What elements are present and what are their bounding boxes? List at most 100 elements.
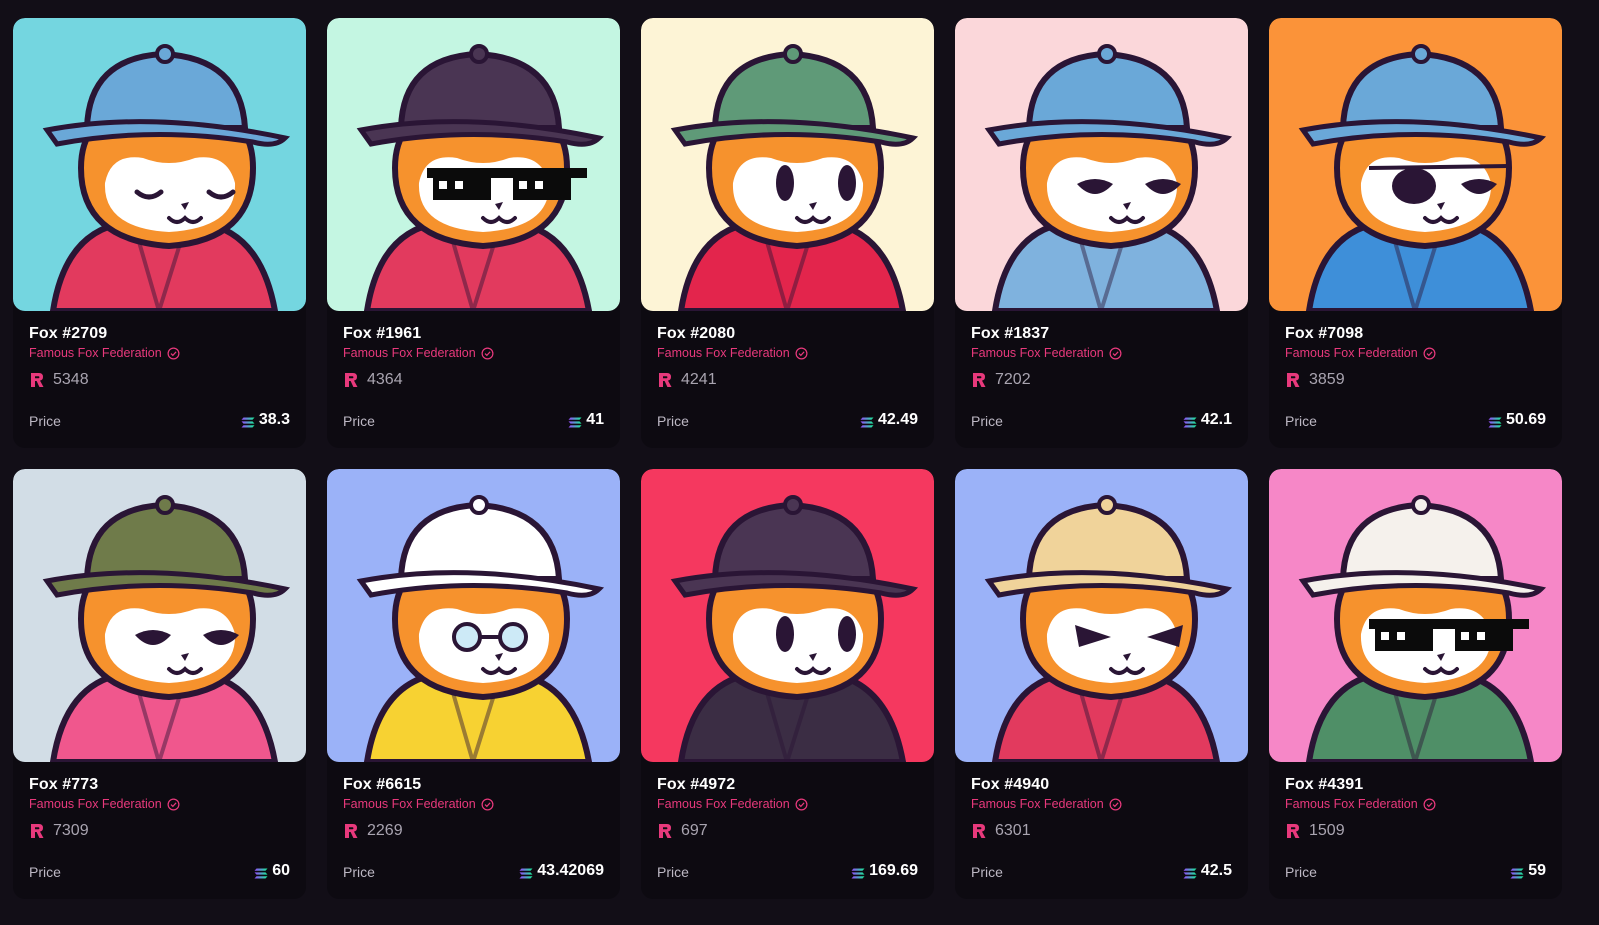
nft-title[interactable]: Fox #7098 <box>1285 325 1363 343</box>
verified-badge-icon <box>1109 347 1122 360</box>
card-info: Fox #2080 Famous Fox Federation 4241 Pri… <box>641 311 934 448</box>
solana-icon <box>860 415 874 427</box>
collection-link[interactable]: Famous Fox Federation <box>1285 346 1436 360</box>
collection-link[interactable]: Famous Fox Federation <box>971 797 1122 811</box>
rank-r-icon <box>971 823 987 839</box>
fox-artwork-image[interactable] <box>1269 18 1562 311</box>
collection-name: Famous Fox Federation <box>29 346 162 360</box>
rarity-rank: 6301 <box>971 822 1031 840</box>
price-label: Price <box>343 864 375 880</box>
collection-link[interactable]: Famous Fox Federation <box>971 346 1122 360</box>
collection-name: Famous Fox Federation <box>29 797 162 811</box>
verified-badge-icon <box>795 347 808 360</box>
nft-grid: Fox #2709 Famous Fox Federation 5348 Pri… <box>13 18 1562 899</box>
nft-title[interactable]: Fox #2709 <box>29 325 107 343</box>
rarity-rank: 4241 <box>657 371 717 389</box>
price-value: 43.42069 <box>519 862 604 880</box>
nft-card[interactable]: Fox #7098 Famous Fox Federation 3859 Pri… <box>1269 18 1562 448</box>
nft-card[interactable]: Fox #4940 Famous Fox Federation 6301 Pri… <box>955 469 1248 899</box>
rank-value: 697 <box>681 822 708 839</box>
nft-title[interactable]: Fox #773 <box>29 776 98 794</box>
card-info: Fox #1837 Famous Fox Federation 7202 Pri… <box>955 311 1248 448</box>
solana-icon <box>1183 415 1197 427</box>
nft-card[interactable]: Fox #2080 Famous Fox Federation 4241 Pri… <box>641 18 934 448</box>
price-label: Price <box>29 864 61 880</box>
nft-card[interactable]: Fox #6615 Famous Fox Federation 2269 Pri… <box>327 469 620 899</box>
fox-artwork-image[interactable] <box>955 469 1248 762</box>
nft-title[interactable]: Fox #4940 <box>971 776 1049 794</box>
rank-value: 4364 <box>367 371 403 388</box>
price-value: 41 <box>568 411 604 429</box>
solana-icon <box>519 866 533 878</box>
price-value: 38.3 <box>241 411 290 429</box>
fox-artwork-image[interactable] <box>1269 469 1562 762</box>
verified-badge-icon <box>795 798 808 811</box>
card-info: Fox #4940 Famous Fox Federation 6301 Pri… <box>955 762 1248 899</box>
verified-badge-icon <box>167 347 180 360</box>
rank-r-icon <box>29 823 45 839</box>
fox-artwork-image[interactable] <box>955 18 1248 311</box>
price-amount: 42.1 <box>1200 411 1232 428</box>
nft-card[interactable]: Fox #1961 Famous Fox Federation 4364 Pri… <box>327 18 620 448</box>
price-value: 42.49 <box>860 411 918 429</box>
price-label: Price <box>971 413 1003 429</box>
price-value: 59 <box>1510 862 1546 880</box>
collection-name: Famous Fox Federation <box>1285 346 1418 360</box>
price-label: Price <box>1285 413 1317 429</box>
collection-link[interactable]: Famous Fox Federation <box>1285 797 1436 811</box>
verified-badge-icon <box>481 347 494 360</box>
nft-title[interactable]: Fox #6615 <box>343 776 421 794</box>
collection-link[interactable]: Famous Fox Federation <box>343 797 494 811</box>
nft-card[interactable]: Fox #1837 Famous Fox Federation 7202 Pri… <box>955 18 1248 448</box>
collection-link[interactable]: Famous Fox Federation <box>343 346 494 360</box>
collection-link[interactable]: Famous Fox Federation <box>657 797 808 811</box>
solana-icon <box>241 415 255 427</box>
rank-r-icon <box>343 372 359 388</box>
fox-artwork-image[interactable] <box>13 18 306 311</box>
price-value: 60 <box>254 862 290 880</box>
rank-r-icon <box>343 823 359 839</box>
collection-name: Famous Fox Federation <box>971 346 1104 360</box>
fox-artwork-image[interactable] <box>641 18 934 311</box>
collection-link[interactable]: Famous Fox Federation <box>29 346 180 360</box>
rank-value: 3859 <box>1309 371 1345 388</box>
fox-artwork-image[interactable] <box>641 469 934 762</box>
solana-icon <box>1510 866 1524 878</box>
nft-title[interactable]: Fox #2080 <box>657 325 735 343</box>
price-amount: 60 <box>272 862 290 879</box>
nft-card[interactable]: Fox #2709 Famous Fox Federation 5348 Pri… <box>13 18 306 448</box>
nft-card[interactable]: Fox #4391 Famous Fox Federation 1509 Pri… <box>1269 469 1562 899</box>
rank-r-icon <box>657 372 673 388</box>
verified-badge-icon <box>481 798 494 811</box>
price-amount: 50.69 <box>1505 411 1546 428</box>
price-value: 42.5 <box>1183 862 1232 880</box>
rank-value: 7202 <box>995 371 1031 388</box>
fox-artwork-image[interactable] <box>13 469 306 762</box>
rarity-rank: 7202 <box>971 371 1031 389</box>
price-value: 42.1 <box>1183 411 1232 429</box>
verified-badge-icon <box>1423 347 1436 360</box>
nft-title[interactable]: Fox #1837 <box>971 325 1049 343</box>
nft-title[interactable]: Fox #4972 <box>657 776 735 794</box>
rank-r-icon <box>29 372 45 388</box>
verified-badge-icon <box>167 798 180 811</box>
nft-title[interactable]: Fox #4391 <box>1285 776 1363 794</box>
fox-artwork-image[interactable] <box>327 469 620 762</box>
rank-value: 2269 <box>367 822 403 839</box>
collection-link[interactable]: Famous Fox Federation <box>657 346 808 360</box>
nft-title[interactable]: Fox #1961 <box>343 325 421 343</box>
price-amount: 43.42069 <box>537 862 604 879</box>
solana-icon <box>851 866 865 878</box>
rarity-rank: 1509 <box>1285 822 1345 840</box>
nft-card[interactable]: Fox #4972 Famous Fox Federation 697 Pric… <box>641 469 934 899</box>
nft-card[interactable]: Fox #773 Famous Fox Federation 7309 Pric… <box>13 469 306 899</box>
fox-artwork-image[interactable] <box>327 18 620 311</box>
card-info: Fox #1961 Famous Fox Federation 4364 Pri… <box>327 311 620 448</box>
rank-r-icon <box>657 823 673 839</box>
rank-r-icon <box>1285 372 1301 388</box>
rarity-rank: 4364 <box>343 371 403 389</box>
price-amount: 41 <box>586 411 604 428</box>
solana-icon <box>568 415 582 427</box>
collection-link[interactable]: Famous Fox Federation <box>29 797 180 811</box>
rank-value: 1509 <box>1309 822 1345 839</box>
